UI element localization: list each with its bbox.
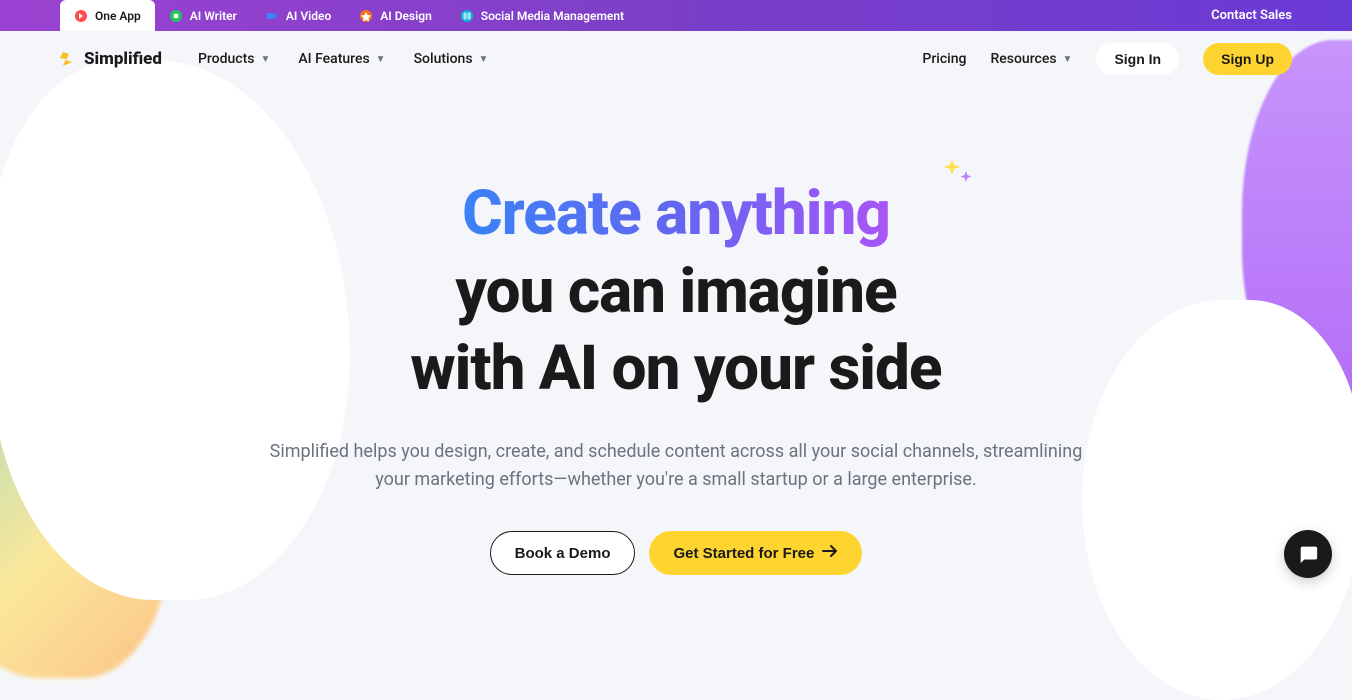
hero-title-gradient: Create anything: [462, 177, 890, 250]
top-tab-social-media[interactable]: Social Media Management: [446, 0, 638, 31]
hero-subtitle: Simplified helps you design, create, and…: [256, 438, 1096, 496]
chevron-down-icon: ▼: [260, 54, 270, 65]
nav-item-solutions[interactable]: Solutions ▼: [414, 51, 489, 67]
nav-right: Pricing Resources ▼ Sign In Sign Up: [922, 43, 1292, 75]
ai-design-icon: [359, 9, 373, 23]
top-bar: One App AI Writer AI Video AI Design Soc…: [0, 0, 1352, 31]
chevron-down-icon: ▼: [1063, 54, 1073, 65]
top-tab-label: AI Video: [286, 9, 331, 23]
nav-item-label: Resources: [990, 51, 1056, 67]
simplified-logo-icon: [60, 50, 78, 68]
nav-item-pricing[interactable]: Pricing: [922, 51, 966, 67]
ai-writer-icon: [169, 9, 183, 23]
top-tab-one-app[interactable]: One App: [60, 0, 155, 31]
chevron-down-icon: ▼: [376, 54, 386, 65]
chat-widget-button[interactable]: [1284, 530, 1332, 578]
hero-title-line3: with AI on your side: [410, 332, 941, 405]
nav-item-resources[interactable]: Resources ▼: [990, 51, 1072, 67]
brand-logo[interactable]: Simplified: [60, 49, 162, 69]
one-app-icon: [74, 9, 88, 23]
nav-item-label: AI Features: [298, 51, 369, 67]
contact-sales-link[interactable]: Contact Sales: [1211, 0, 1292, 31]
hero-title-line2: you can imagine: [455, 255, 896, 328]
ai-video-icon: [265, 9, 279, 23]
nav-links: Products ▼ AI Features ▼ Solutions ▼: [198, 51, 488, 67]
sparkle-icon: [940, 157, 976, 202]
nav-item-label: Solutions: [414, 51, 473, 67]
nav-item-label: Pricing: [922, 51, 966, 67]
top-tab-ai-writer[interactable]: AI Writer: [155, 0, 251, 31]
chat-icon: [1297, 543, 1319, 565]
chevron-down-icon: ▼: [479, 54, 489, 65]
top-tab-label: One App: [95, 9, 141, 23]
top-tab-ai-design[interactable]: AI Design: [345, 0, 446, 31]
top-tab-label: Social Media Management: [481, 9, 624, 23]
nav-item-products[interactable]: Products ▼: [198, 51, 270, 67]
nav-item-label: Products: [198, 51, 255, 67]
hero-cta-row: Book a Demo Get Started for Free: [0, 531, 1352, 575]
signin-button[interactable]: Sign In: [1096, 43, 1179, 75]
top-tab-label: AI Design: [380, 9, 432, 23]
get-started-free-button[interactable]: Get Started for Free: [649, 531, 862, 575]
signup-button[interactable]: Sign Up: [1203, 43, 1292, 75]
cta-primary-label: Get Started for Free: [673, 545, 814, 562]
hero-title: Create anything you can imagine with AI …: [410, 175, 941, 408]
nav-item-ai-features[interactable]: AI Features ▼: [298, 51, 385, 67]
arrow-right-icon: [822, 544, 838, 562]
social-media-icon: [460, 9, 474, 23]
brand-name: Simplified: [84, 49, 162, 69]
hero-section: Create anything you can imagine with AI …: [0, 87, 1352, 575]
book-demo-button[interactable]: Book a Demo: [490, 531, 636, 575]
top-tab-label: AI Writer: [190, 9, 237, 23]
navbar: Simplified Products ▼ AI Features ▼ Solu…: [0, 31, 1352, 87]
top-tab-ai-video[interactable]: AI Video: [251, 0, 345, 31]
